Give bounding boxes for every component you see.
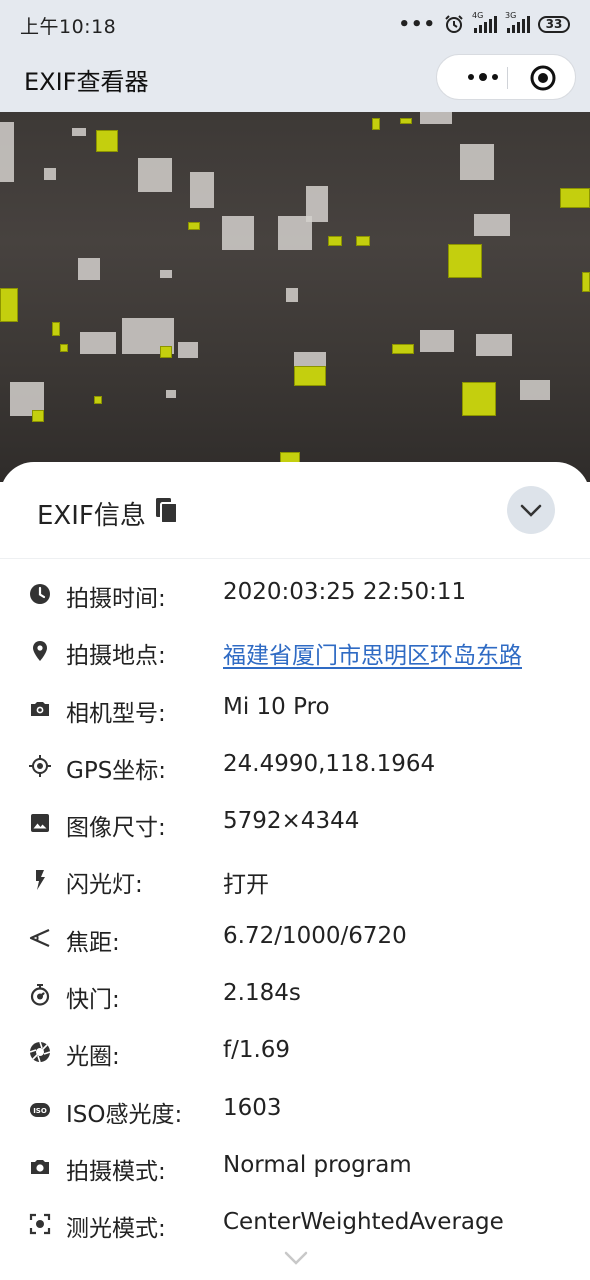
focal-length-icon bbox=[29, 928, 50, 947]
row-label: 闪光灯: bbox=[66, 872, 143, 899]
row-label: GPS坐标: bbox=[66, 757, 167, 784]
more-options-icon[interactable] bbox=[459, 59, 507, 95]
aperture-icon bbox=[29, 1042, 51, 1063]
row-shooting-mode: 拍摄模式: Normal program bbox=[0, 1138, 590, 1195]
row-value: 1603 bbox=[223, 1094, 282, 1121]
row-label: 拍摄地点: bbox=[66, 643, 166, 670]
notification-dots-icon: ••• bbox=[398, 13, 436, 35]
signal-3g-icon: 3G bbox=[505, 11, 530, 33]
photo-preview[interactable] bbox=[0, 112, 590, 482]
signal-4g-icon: 4G bbox=[472, 11, 497, 33]
location-link[interactable]: 福建省厦门市思明区环岛东路 bbox=[223, 636, 522, 670]
row-flash: 闪光灯: 打开 bbox=[0, 851, 590, 908]
row-value: CenterWeightedAverage bbox=[223, 1209, 504, 1236]
flash-icon bbox=[36, 870, 45, 891]
metering-icon bbox=[29, 1214, 51, 1235]
scroll-more-chevron-icon bbox=[284, 1251, 308, 1265]
row-label: 焦距: bbox=[66, 929, 120, 956]
row-value: f/1.69 bbox=[223, 1037, 291, 1064]
gps-crosshair-icon bbox=[29, 754, 51, 777]
sheet-header: EXIF信息 bbox=[0, 462, 590, 559]
row-shutter: 快门: 2.184s bbox=[0, 966, 590, 1023]
row-value: 24.4990,118.1964 bbox=[223, 750, 436, 777]
row-label: 拍摄时间: bbox=[66, 586, 166, 612]
alarm-icon bbox=[445, 15, 463, 33]
row-value: Normal program bbox=[223, 1151, 412, 1178]
row-value: 打开 bbox=[223, 872, 269, 899]
row-label: ISO感光度: bbox=[66, 1101, 183, 1128]
camera-icon bbox=[31, 701, 49, 716]
row-capture-time: 拍摄时间: 2020:03:25 22:50:11 bbox=[0, 565, 590, 622]
row-camera-model: 相机型号: Mi 10 Pro bbox=[0, 680, 590, 737]
status-bar: 上午10:18 ••• 4G 3G 33 bbox=[0, 0, 590, 48]
row-label: 相机型号: bbox=[66, 700, 166, 727]
iso-icon: ISO bbox=[30, 1102, 50, 1117]
app-title: EXIF查看器 bbox=[24, 68, 149, 96]
chevron-down-icon bbox=[520, 504, 542, 517]
row-location: 拍摄地点: 福建省厦门市思明区环岛东路 bbox=[0, 622, 590, 679]
sheet-title: EXIF信息 bbox=[37, 501, 146, 531]
nav-bar: EXIF查看器 bbox=[0, 48, 590, 112]
row-label: 光圈: bbox=[66, 1044, 120, 1071]
close-target-icon[interactable] bbox=[529, 64, 557, 92]
row-value: 2020:03:25 22:50:11 bbox=[223, 579, 467, 605]
collapse-button[interactable] bbox=[507, 486, 555, 534]
row-label: 测光模式: bbox=[66, 1216, 166, 1243]
row-value: 5792×4344 bbox=[223, 808, 360, 835]
capsule-divider bbox=[507, 67, 508, 89]
row-value: Mi 10 Pro bbox=[223, 693, 330, 720]
row-value: 6.72/1000/6720 bbox=[223, 922, 407, 949]
exif-rows: 拍摄时间: 2020:03:25 22:50:11 拍摄地点: 福建省厦门市思明… bbox=[0, 565, 590, 1253]
status-icons: ••• 4G 3G 33 bbox=[398, 11, 570, 36]
status-time: 上午10:18 bbox=[20, 16, 117, 38]
battery-icon: 33 bbox=[538, 15, 570, 33]
row-image-size: 图像尺寸: 5792×4344 bbox=[0, 794, 590, 851]
row-iso: ISO ISO感光度: 1603 bbox=[0, 1081, 590, 1138]
row-label: 拍摄模式: bbox=[66, 1158, 166, 1185]
clock-icon bbox=[30, 584, 50, 604]
timer-icon bbox=[30, 984, 50, 1006]
copy-icon[interactable] bbox=[156, 498, 178, 524]
row-aperture: 光圈: f/1.69 bbox=[0, 1023, 590, 1080]
row-metering-mode: 测光模式: CenterWeightedAverage bbox=[0, 1195, 590, 1252]
row-label: 快门: bbox=[66, 987, 120, 1014]
row-label: 图像尺寸: bbox=[66, 815, 166, 842]
row-value: 2.184s bbox=[223, 980, 301, 1007]
exif-info-sheet: EXIF信息 拍摄时间: 2020:03:25 22:50:11 拍摄地点: 福… bbox=[0, 462, 590, 1280]
image-icon bbox=[31, 814, 49, 833]
location-pin-icon bbox=[33, 641, 47, 662]
row-gps: GPS坐标: 24.4990,118.1964 bbox=[0, 737, 590, 794]
camera-mode-icon bbox=[31, 1159, 49, 1174]
svg-text:ISO: ISO bbox=[33, 1107, 47, 1115]
row-focal-length: 焦距: 6.72/1000/6720 bbox=[0, 909, 590, 966]
mini-program-capsule bbox=[436, 54, 576, 100]
